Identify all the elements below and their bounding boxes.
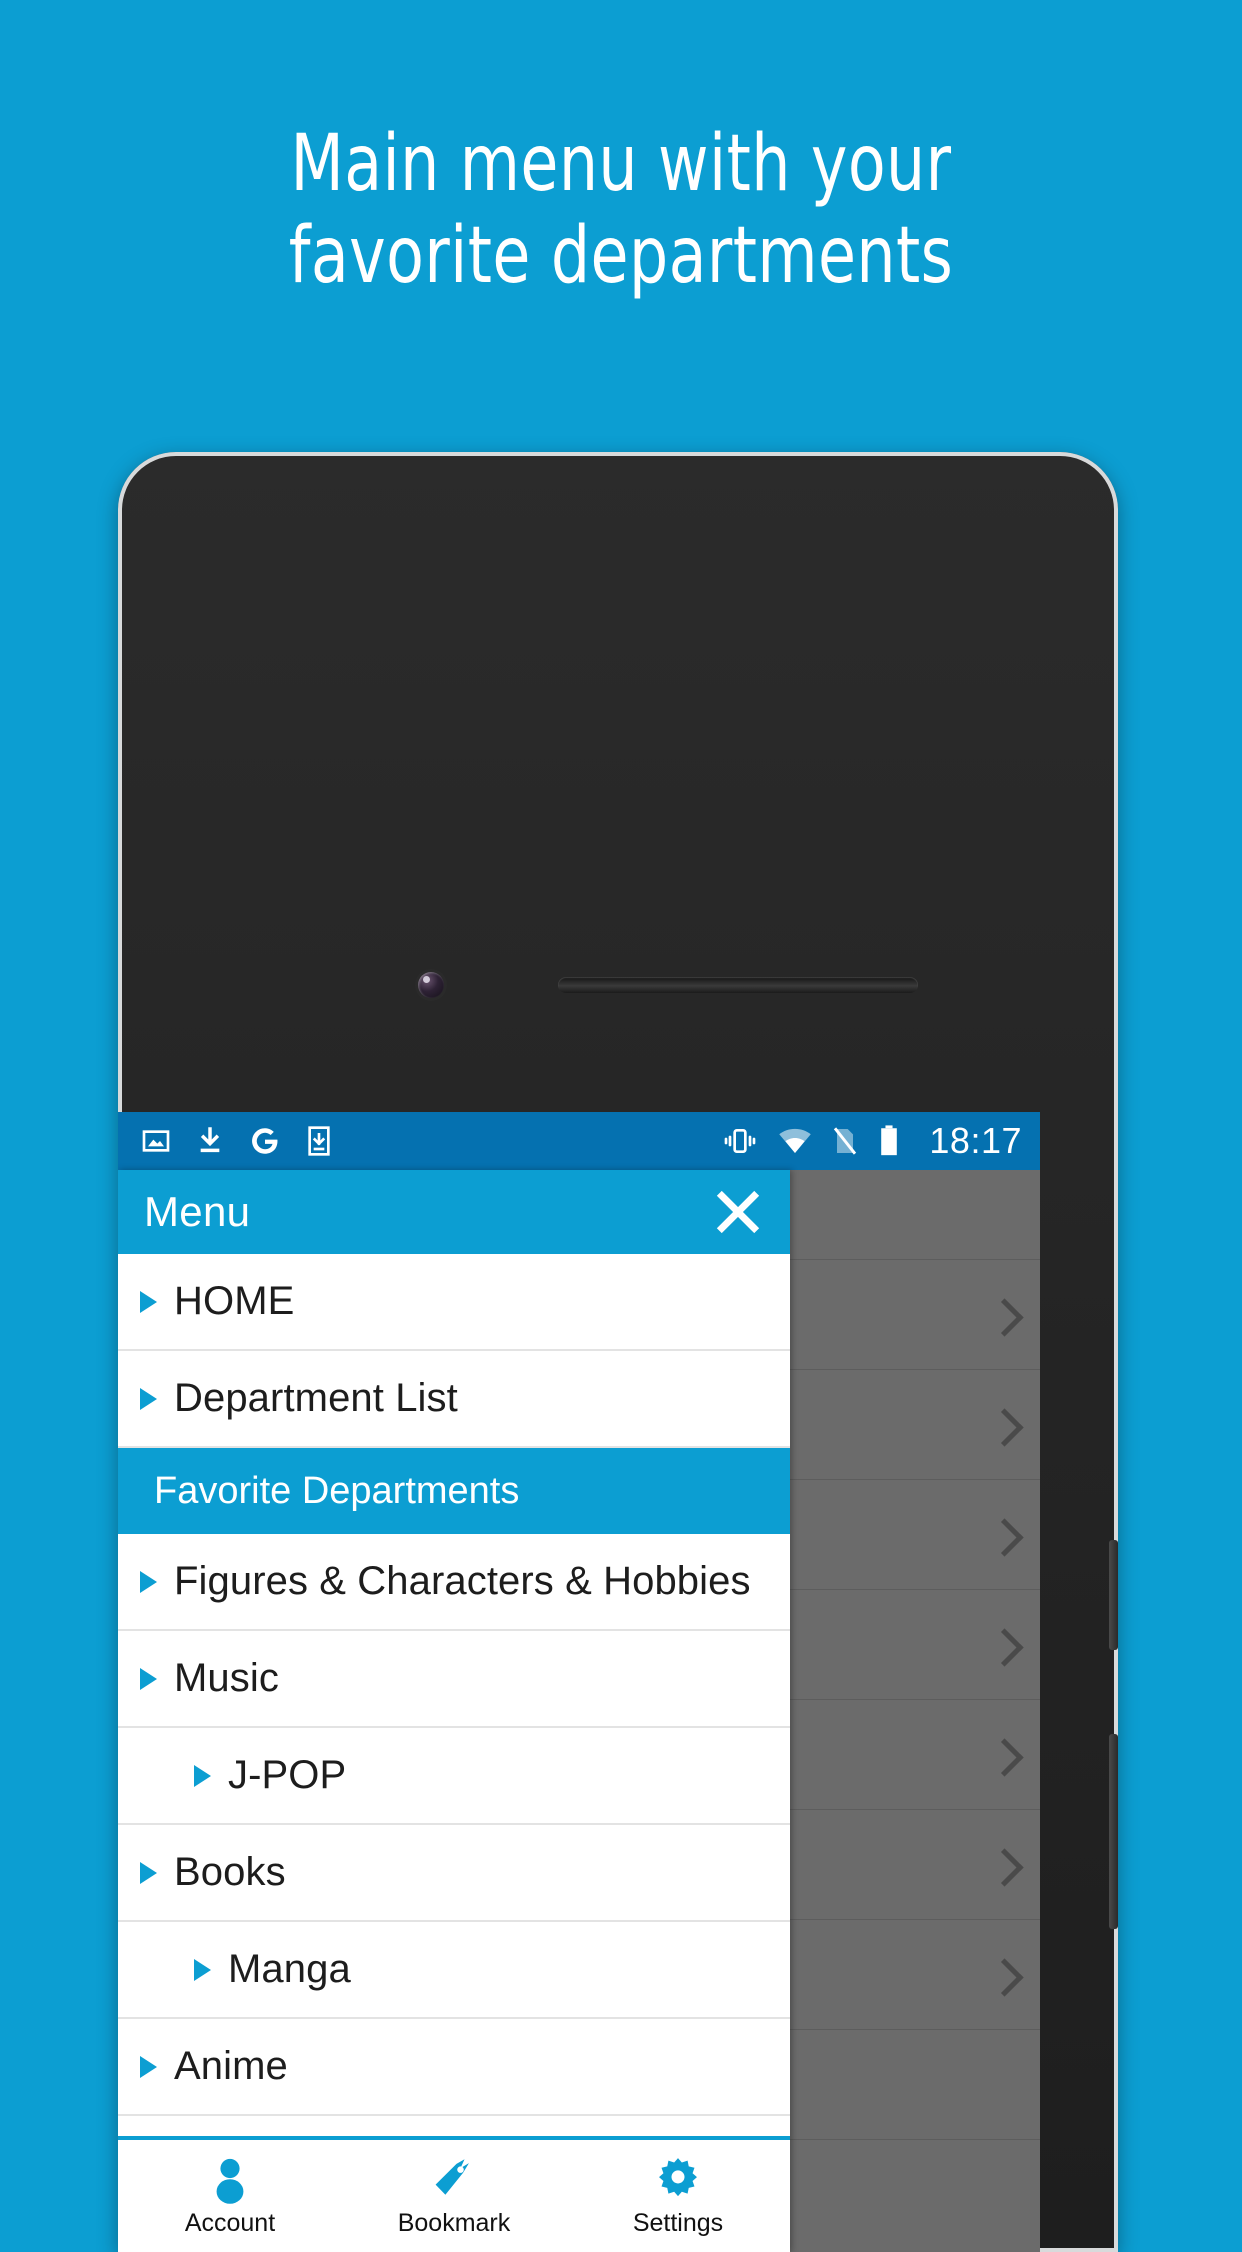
drawer-title: Menu [144,1188,250,1236]
background-list-row [790,1700,1040,1810]
volume-button[interactable] [1109,1540,1118,1650]
menu-item-anime[interactable]: Anime [118,2019,790,2116]
menu-item-j-pop[interactable]: J-POP [118,1728,790,1825]
menu-item-home[interactable]: HOME [118,1254,790,1351]
person-icon [207,2155,253,2205]
drawer-menu-list: HOME Department List Favorite Department… [118,1254,790,2252]
triangle-bullet-icon [140,1291,157,1313]
menu-item-books[interactable]: Books [118,1825,790,1922]
promo-headline: Main menu with your favorite departments [75,118,1168,302]
triangle-bullet-icon [140,1668,157,1690]
drawer-overlay: Menu HOME Department List [118,1170,1040,2252]
dimmed-content-panel[interactable] [790,1170,1040,2252]
menu-item-department-list[interactable]: Department List [118,1351,790,1448]
chevron-right-icon [985,1958,1023,1996]
tab-label: Settings [633,2209,723,2238]
tab-settings[interactable]: Settings [566,2140,790,2252]
background-list-row [790,1810,1040,1920]
power-button[interactable] [1109,1734,1118,1929]
background-list-row [790,2030,1040,2140]
background-list-row [790,1590,1040,1700]
triangle-bullet-icon [140,1571,157,1593]
gear-icon [655,2155,701,2205]
camera-highlight [423,976,430,983]
tag-icon [431,2155,477,2205]
menu-section-favorite-departments: Favorite Departments [118,1448,790,1534]
chevron-right-icon [985,1738,1023,1776]
menu-item-label: Department List [174,1376,458,1421]
background-list-row [790,1920,1040,2030]
triangle-bullet-icon [140,1862,157,1884]
phone-top-bezel [118,452,1118,652]
background-list-row [790,1370,1040,1480]
menu-item-music[interactable]: Music [118,1631,790,1728]
menu-item-label: Music [174,1656,279,1701]
phone-screen: 18:17 Menu HOME [118,1112,1040,2252]
google-g-icon [248,1124,282,1158]
wifi-icon [777,1126,813,1156]
background-list-row [790,1260,1040,1370]
triangle-bullet-icon [140,1388,157,1410]
menu-item-figures-characters-hobbies[interactable]: Figures & Characters & Hobbies [118,1534,790,1631]
tab-label: Bookmark [398,2209,511,2238]
chevron-right-icon [985,1628,1023,1666]
chevron-right-icon [985,1848,1023,1886]
status-bar-clock: 18:17 [929,1120,1022,1162]
menu-item-label: Manga [228,1947,351,1992]
menu-section-label: Favorite Departments [154,1470,519,1513]
phone-download-icon [304,1125,334,1157]
triangle-bullet-icon [194,1959,211,1981]
no-sim-icon [831,1125,859,1157]
phone-mockup: 18:17 Menu HOME [118,452,1118,2252]
triangle-bullet-icon [140,2056,157,2078]
tab-bookmark[interactable]: Bookmark [342,2140,566,2252]
drawer-header: Menu [118,1170,790,1254]
image-icon [140,1125,172,1157]
chevron-right-icon [985,1408,1023,1446]
tab-account[interactable]: Account [118,2140,342,2252]
menu-item-label: J-POP [228,1753,346,1798]
earpiece-speaker [558,977,918,993]
tab-label: Account [185,2209,275,2238]
vibrate-icon [721,1125,759,1157]
status-bar-notifications [140,1124,334,1158]
front-camera-icon [418,972,444,998]
chevron-right-icon [985,1298,1023,1336]
download-icon [194,1125,226,1157]
close-icon[interactable] [712,1186,764,1238]
background-list-row [790,1170,1040,1260]
menu-item-label: Anime [174,2044,288,2089]
background-list-row [790,1480,1040,1590]
bottom-tab-bar: Account Bookmark Settings [118,2136,790,2252]
status-bar: 18:17 [118,1112,1040,1170]
chevron-right-icon [985,1518,1023,1556]
menu-item-label: Figures & Characters & Hobbies [174,1559,751,1604]
battery-icon [877,1124,901,1158]
menu-item-label: Books [174,1850,286,1895]
status-bar-system-icons: 18:17 [721,1120,1022,1162]
navigation-drawer: Menu HOME Department List [118,1170,790,2252]
triangle-bullet-icon [194,1765,211,1787]
menu-item-label: HOME [174,1279,294,1324]
menu-item-manga[interactable]: Manga [118,1922,790,2019]
